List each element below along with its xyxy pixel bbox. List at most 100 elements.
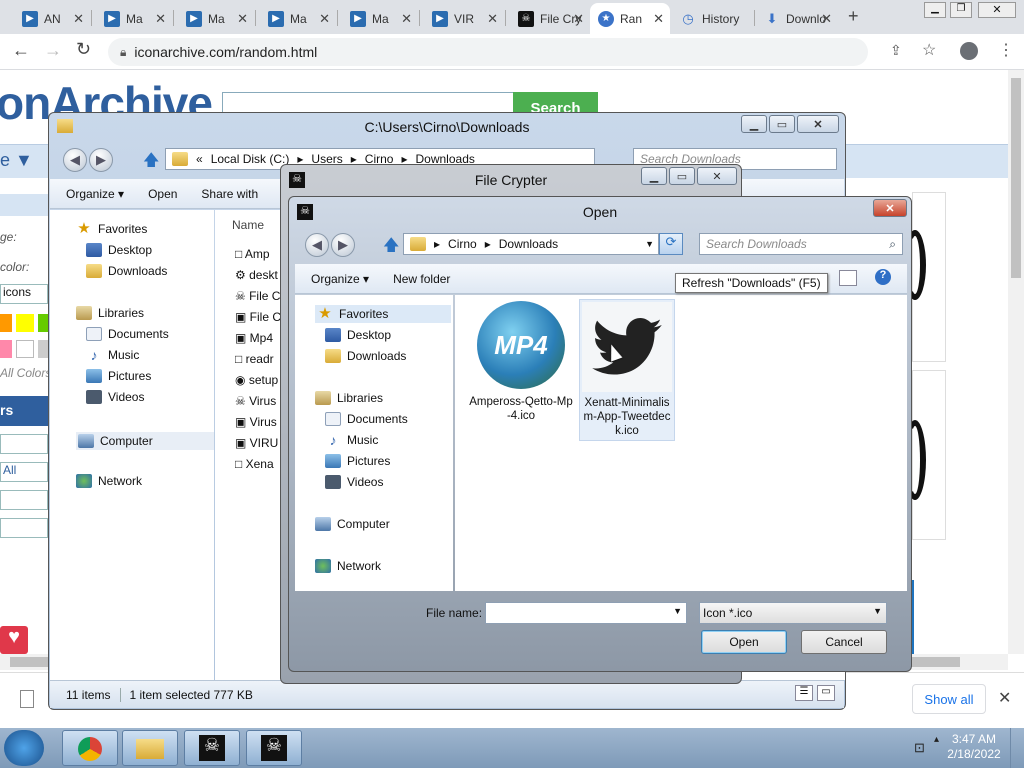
organize-button[interactable]: Organize ▾ — [66, 187, 124, 201]
restore-button[interactable]: ❐ — [950, 2, 972, 18]
filetype-select[interactable]: Icon *.ico ▼ — [699, 602, 887, 624]
start-button[interactable] — [4, 730, 44, 766]
color-swatch-yellow[interactable] — [16, 314, 34, 332]
nav-videos[interactable]: Videos — [86, 390, 144, 404]
open-button[interactable]: Open — [148, 187, 177, 201]
address-bar[interactable]: 🔒︎ iconarchive.com/random.html — [108, 38, 868, 66]
all-filter[interactable]: All — [0, 462, 48, 482]
heart-icon[interactable]: ♥ — [0, 626, 28, 654]
nav-computer[interactable]: Computer — [315, 517, 390, 531]
nav-libraries[interactable]: Libraries — [76, 306, 144, 320]
show-all-button[interactable]: Show all — [912, 684, 986, 714]
all-colors-link[interactable]: All Colors — [0, 366, 51, 380]
nav-dropdown-icon[interactable]: e ▼ — [0, 150, 33, 171]
breadcrumb[interactable]: Cirno — [448, 237, 477, 251]
nav-music[interactable]: ♪ Music — [325, 433, 379, 447]
nav-libraries[interactable]: Libraries — [315, 391, 383, 405]
breadcrumb[interactable]: Local Disk (C:) — [211, 152, 290, 166]
tab-history[interactable]: ◷ History — [672, 3, 754, 34]
list-item[interactable]: ☠ File C — [235, 286, 281, 307]
tab-close-icon[interactable]: ✕ — [401, 11, 412, 27]
color-swatch-gray[interactable] — [38, 340, 48, 358]
browser-close-button[interactable]: ✕ — [978, 2, 1016, 18]
list-item[interactable]: ◉ setup — [235, 370, 281, 391]
tab-close-icon[interactable]: ✕ — [573, 11, 584, 27]
tab-video-4[interactable]: ▶ Ma ✕ — [260, 3, 336, 34]
color-swatch-green[interactable] — [38, 314, 48, 332]
taskbar-explorer[interactable] — [122, 730, 178, 766]
forward-icon[interactable]: → — [44, 40, 62, 61]
view-pane-icon[interactable] — [839, 270, 857, 286]
list-item[interactable]: □ Xena — [235, 454, 281, 475]
dialog-search-input[interactable]: Search Downloads ⌕ — [699, 233, 903, 255]
new-tab-button[interactable]: + — [848, 6, 859, 27]
tab-close-icon[interactable]: ✕ — [319, 11, 330, 27]
nav-pictures[interactable]: Pictures — [325, 454, 390, 468]
maximize-button[interactable]: ▭ — [769, 115, 795, 133]
forward-icon[interactable]: ▶ — [89, 148, 113, 172]
tab-video-6[interactable]: ▶ VIR ✕ — [424, 3, 504, 34]
tab-video-2[interactable]: ▶ Ma ✕ — [96, 3, 172, 34]
refresh-button[interactable]: ⟳ — [659, 233, 683, 255]
list-item[interactable]: ☠ Virus — [235, 391, 281, 412]
details-view-icon[interactable]: ☰ — [795, 685, 813, 701]
color-swatch-white[interactable] — [16, 340, 34, 358]
nav-network[interactable]: Network — [315, 559, 381, 573]
cancel-button[interactable]: Cancel — [801, 630, 887, 654]
taskbar-crypter-2[interactable]: ☠ — [246, 730, 302, 766]
icons-filter[interactable]: icons — [0, 284, 48, 304]
list-item[interactable]: □ readr — [235, 349, 281, 370]
close-button[interactable]: ✕ — [697, 167, 737, 185]
file-item-mp4[interactable]: MP4 Ampeross-Qetto-Mp-4.ico — [469, 301, 573, 423]
nav-downloads[interactable]: Downloads — [86, 264, 167, 278]
nav-documents[interactable]: Documents — [325, 412, 408, 426]
nav-music[interactable]: ♪ Music — [86, 348, 140, 362]
list-item[interactable]: ▣ Virus — [235, 412, 281, 433]
up-arrow-icon[interactable]: 🡅 — [383, 234, 399, 261]
tab-video-3[interactable]: ▶ Ma ✕ — [178, 3, 254, 34]
back-icon[interactable]: ◀ — [305, 233, 329, 257]
profile-avatar[interactable] — [960, 42, 978, 60]
taskbar-crypter-1[interactable]: ☠ — [184, 730, 240, 766]
tab-file-crypter[interactable]: ☠ File Cry ✕ — [510, 3, 590, 34]
color-swatch-orange[interactable] — [0, 314, 12, 332]
breadcrumb[interactable]: Downloads — [499, 237, 558, 251]
minimize-button[interactable]: ▁ — [924, 2, 946, 18]
nav-computer[interactable]: Computer — [76, 432, 214, 450]
list-item[interactable]: ▣ File C — [235, 307, 281, 328]
minimize-button[interactable]: ▁ — [741, 115, 767, 133]
nav-favorites[interactable]: ★ Favorites — [315, 305, 451, 323]
share-with-button[interactable]: Share with — [201, 187, 258, 201]
taskbar-chrome[interactable] — [62, 730, 118, 766]
nav-network[interactable]: Network — [76, 474, 142, 488]
nav-documents[interactable]: Documents — [86, 327, 169, 341]
preview-view-icon[interactable]: ▭ — [817, 685, 835, 701]
share-icon[interactable]: ⇪ — [890, 42, 902, 59]
color-swatch-pink[interactable] — [0, 340, 12, 358]
tab-close-icon[interactable]: ✕ — [237, 11, 248, 27]
bookmark-star-icon[interactable]: ☆ — [922, 40, 936, 60]
network-tray-icon[interactable]: ⊡ — [914, 740, 925, 756]
list-item[interactable]: ▣ VIRU — [235, 433, 281, 454]
nav-desktop[interactable]: Desktop — [86, 243, 152, 257]
minimize-button[interactable]: ▁ — [641, 167, 667, 185]
filename-input[interactable]: ▼ — [485, 602, 687, 624]
list-item[interactable]: ⚙ deskt — [235, 265, 281, 286]
nav-videos[interactable]: Videos — [325, 475, 383, 489]
tab-downloads[interactable]: ⬇ Downlo ✕ — [756, 3, 838, 34]
open-button[interactable]: Open — [701, 630, 787, 654]
tab-random-active[interactable]: ★ Ran ✕ — [590, 3, 670, 34]
show-desktop-button[interactable] — [1010, 728, 1024, 768]
tab-close-icon[interactable]: ✕ — [155, 11, 166, 27]
new-folder-button[interactable]: New folder — [393, 272, 450, 286]
up-arrow-icon[interactable]: 🡅 — [143, 149, 159, 176]
close-button[interactable]: ✕ — [797, 115, 839, 133]
nav-desktop[interactable]: Desktop — [325, 328, 391, 342]
menu-icon[interactable]: ⋮ — [998, 40, 1014, 60]
list-item[interactable]: ▣ Mp4 — [235, 328, 281, 349]
close-shelf-icon[interactable]: ✕ — [998, 688, 1011, 708]
tab-close-icon[interactable]: ✕ — [821, 11, 832, 27]
list-item[interactable]: □ Amp — [235, 244, 281, 265]
nav-pictures[interactable]: Pictures — [86, 369, 151, 383]
tab-video-5[interactable]: ▶ Ma ✕ — [342, 3, 418, 34]
